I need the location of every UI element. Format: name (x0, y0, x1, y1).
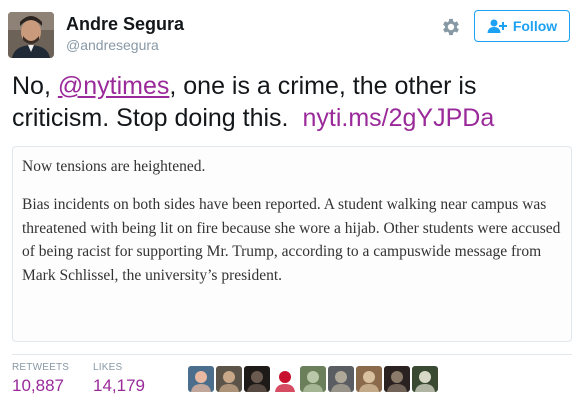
article-link[interactable]: nyti.ms/2gYJPDa (303, 104, 495, 132)
gear-icon[interactable] (440, 16, 462, 38)
follow-button[interactable]: Follow (474, 10, 570, 42)
likes-count[interactable]: 14,179 (93, 376, 145, 396)
avatar[interactable] (8, 12, 54, 58)
liker-avatars (188, 366, 438, 392)
user-handle[interactable]: @andresegura (66, 37, 159, 53)
divider (12, 354, 572, 355)
liker-avatar[interactable] (384, 366, 410, 392)
quoted-article-image[interactable]: Now tensions are heightened. Bias incide… (12, 146, 572, 342)
user-name[interactable]: Andre Segura (66, 14, 184, 35)
liker-avatar[interactable] (244, 366, 270, 392)
add-user-icon (487, 19, 507, 33)
article-paragraph-2: Bias incidents on both sides have been r… (22, 196, 561, 284)
retweets-label: RETWEETS (12, 362, 70, 373)
liker-avatar[interactable] (328, 366, 354, 392)
likes-label: LIKES (93, 362, 123, 373)
follow-label: Follow (512, 18, 558, 34)
liker-avatar[interactable] (188, 366, 214, 392)
liker-avatar[interactable] (300, 366, 326, 392)
liker-avatar[interactable] (356, 366, 382, 392)
mention-link[interactable]: @nytimes (58, 72, 170, 100)
tweet-text: No, @nytimes, one is a crime, the other … (12, 70, 578, 134)
tweet-text-start: No, (12, 72, 58, 100)
liker-avatar[interactable] (272, 366, 298, 392)
avatar-photo (8, 12, 54, 58)
liker-avatar[interactable] (216, 366, 242, 392)
liker-avatar[interactable] (412, 366, 438, 392)
retweets-count[interactable]: 10,887 (12, 376, 64, 396)
article-paragraph-1: Now tensions are heightened. (22, 158, 206, 175)
